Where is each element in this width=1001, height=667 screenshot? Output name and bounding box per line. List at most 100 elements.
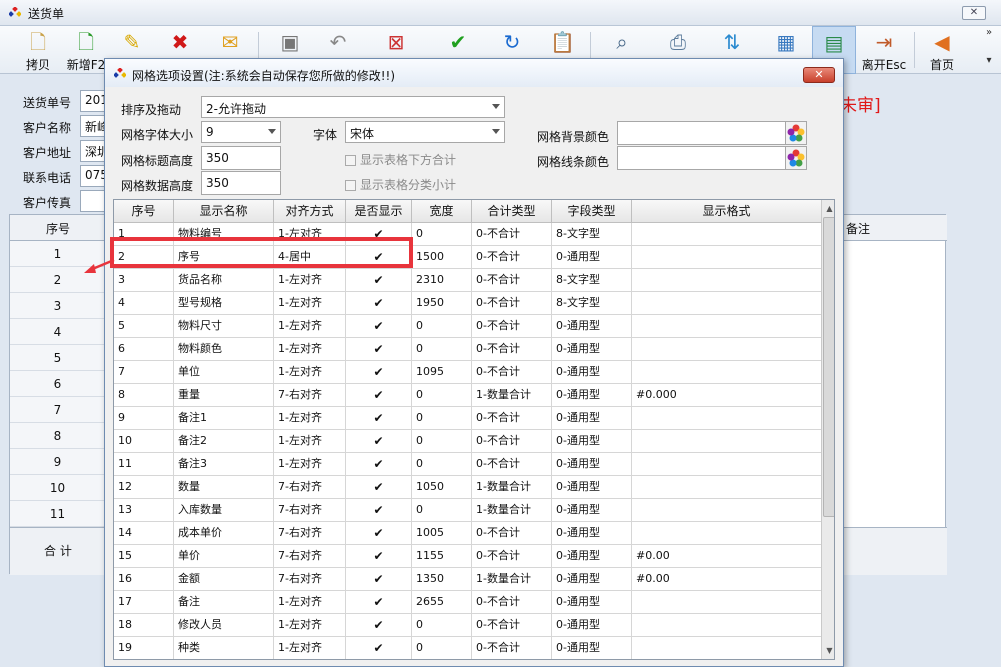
- grid-cell[interactable]: 0-通用型: [552, 430, 632, 453]
- grid-cell[interactable]: 8: [114, 384, 174, 407]
- grid-column-header[interactable]: 字段类型: [552, 200, 632, 223]
- table-row[interactable]: 3: [10, 293, 106, 319]
- visible-checkbox[interactable]: ✔: [346, 637, 412, 659]
- grid-cell[interactable]: 0-不合计: [472, 315, 552, 338]
- grid-cell[interactable]: 单价: [174, 545, 274, 568]
- grid-cell[interactable]: 0-不合计: [472, 591, 552, 614]
- grid-cell[interactable]: 0-不合计: [472, 614, 552, 637]
- grid-cell[interactable]: 1-左对齐: [274, 315, 346, 338]
- grid-cell[interactable]: 1050: [412, 476, 472, 499]
- grid-column-header[interactable]: 对齐方式: [274, 200, 346, 223]
- grid-cell[interactable]: 物料尺寸: [174, 315, 274, 338]
- scroll-down-icon[interactable]: ▼: [823, 643, 834, 658]
- grid-cell[interactable]: 0-通用型: [552, 246, 632, 269]
- grid-cell[interactable]: 17: [114, 591, 174, 614]
- add-button[interactable]: 🗋 新增F2: [62, 26, 110, 74]
- grid-cell[interactable]: 2310: [412, 269, 472, 292]
- table-row[interactable]: 4: [10, 319, 106, 345]
- grid-cell[interactable]: 8-文字型: [552, 269, 632, 292]
- grid-cell[interactable]: [632, 591, 822, 614]
- line-color-field[interactable]: [617, 146, 787, 170]
- grid-column-header[interactable]: 合计类型: [472, 200, 552, 223]
- grid-cell[interactable]: 1155: [412, 545, 472, 568]
- grid-cell[interactable]: [632, 292, 822, 315]
- grid-cell[interactable]: 1-左对齐: [274, 292, 346, 315]
- font-select[interactable]: 宋体: [345, 121, 505, 143]
- grid-cell[interactable]: [632, 637, 822, 659]
- grid-cell[interactable]: 成本单价: [174, 522, 274, 545]
- grid-cell[interactable]: 0-通用型: [552, 407, 632, 430]
- grid-cell[interactable]: 13: [114, 499, 174, 522]
- dialog-close-button[interactable]: ✕: [803, 67, 835, 83]
- grid-cell[interactable]: 7-右对齐: [274, 545, 346, 568]
- table-row[interactable]: 7: [10, 397, 106, 423]
- grid-cell[interactable]: 0-通用型: [552, 522, 632, 545]
- grid-cell[interactable]: 型号规格: [174, 292, 274, 315]
- grid-cell[interactable]: 0: [412, 499, 472, 522]
- grid-cell[interactable]: 7-右对齐: [274, 568, 346, 591]
- grid-cell[interactable]: [632, 430, 822, 453]
- grid-column-header[interactable]: 宽度: [412, 200, 472, 223]
- copy-button[interactable]: 🗋 拷贝: [16, 26, 60, 74]
- grid-cell[interactable]: 1-左对齐: [274, 591, 346, 614]
- table-row[interactable]: 5: [10, 345, 106, 371]
- grid-cell[interactable]: [632, 522, 822, 545]
- grid-cell[interactable]: 1-左对齐: [274, 614, 346, 637]
- grid-cell[interactable]: 金额: [174, 568, 274, 591]
- grid-cell[interactable]: 4: [114, 292, 174, 315]
- data-height-input[interactable]: 350: [201, 171, 281, 195]
- grid-cell[interactable]: 修改人员: [174, 614, 274, 637]
- grid-cell[interactable]: 0-通用型: [552, 338, 632, 361]
- visible-checkbox[interactable]: ✔: [346, 407, 412, 430]
- grid-column-header[interactable]: 序号: [114, 200, 174, 223]
- grid-cell[interactable]: [632, 476, 822, 499]
- visible-checkbox[interactable]: ✔: [346, 545, 412, 568]
- grid-cell[interactable]: 0-不合计: [472, 361, 552, 384]
- grid-cell[interactable]: 14: [114, 522, 174, 545]
- grid-cell[interactable]: 单位: [174, 361, 274, 384]
- table-row[interactable]: 11: [10, 501, 106, 527]
- grid-cell[interactable]: 6: [114, 338, 174, 361]
- show-group-subtotal-checkbox[interactable]: 显示表格分类小计: [345, 176, 456, 193]
- grid-cell[interactable]: 0-不合计: [472, 292, 552, 315]
- grid-cell[interactable]: 7-右对齐: [274, 476, 346, 499]
- grid-cell[interactable]: 货品名称: [174, 269, 274, 292]
- grid-cell[interactable]: 0-通用型: [552, 476, 632, 499]
- grid-cell[interactable]: 1950: [412, 292, 472, 315]
- grid-cell[interactable]: 种类: [174, 637, 274, 659]
- grid-cell[interactable]: [632, 614, 822, 637]
- grid-cell[interactable]: #0.00: [632, 568, 822, 591]
- grid-cell[interactable]: 0-通用型: [552, 568, 632, 591]
- grid-cell[interactable]: 19: [114, 637, 174, 659]
- grid-cell[interactable]: 0: [412, 315, 472, 338]
- grid-cell[interactable]: 0-不合计: [472, 453, 552, 476]
- bg-color-field[interactable]: [617, 121, 787, 145]
- grid-cell[interactable]: 0-不合计: [472, 246, 552, 269]
- grid-cell[interactable]: 0-不合计: [472, 223, 552, 246]
- grid-cell[interactable]: [632, 269, 822, 292]
- grid-cell[interactable]: 1-左对齐: [274, 269, 346, 292]
- bg-color-picker-button[interactable]: [785, 121, 807, 145]
- grid-cell[interactable]: 15: [114, 545, 174, 568]
- grid-cell[interactable]: 1095: [412, 361, 472, 384]
- grid-cell[interactable]: 1-数量合计: [472, 384, 552, 407]
- grid-cell[interactable]: 0: [412, 338, 472, 361]
- grid-cell[interactable]: [632, 338, 822, 361]
- window-close-button[interactable]: ✕: [962, 6, 986, 20]
- grid-cell[interactable]: 1-左对齐: [274, 361, 346, 384]
- grid-cell[interactable]: [632, 499, 822, 522]
- grid-cell[interactable]: 0: [412, 430, 472, 453]
- grid-cell[interactable]: 0-不合计: [472, 522, 552, 545]
- grid-cell[interactable]: 12: [114, 476, 174, 499]
- grid-cell[interactable]: 0: [412, 384, 472, 407]
- grid-cell[interactable]: 1005: [412, 522, 472, 545]
- grid-cell[interactable]: 18: [114, 614, 174, 637]
- toolbar-overflow-icon[interactable]: » ▾: [982, 26, 996, 70]
- grid-cell[interactable]: 0: [412, 223, 472, 246]
- show-bottom-total-checkbox[interactable]: 显示表格下方合计: [345, 151, 456, 168]
- grid-column-header[interactable]: 显示名称: [174, 200, 274, 223]
- grid-cell[interactable]: [632, 407, 822, 430]
- grid-cell[interactable]: 重量: [174, 384, 274, 407]
- grid-cell[interactable]: 0-通用型: [552, 453, 632, 476]
- first-page-button[interactable]: ◀ 首页: [920, 26, 964, 74]
